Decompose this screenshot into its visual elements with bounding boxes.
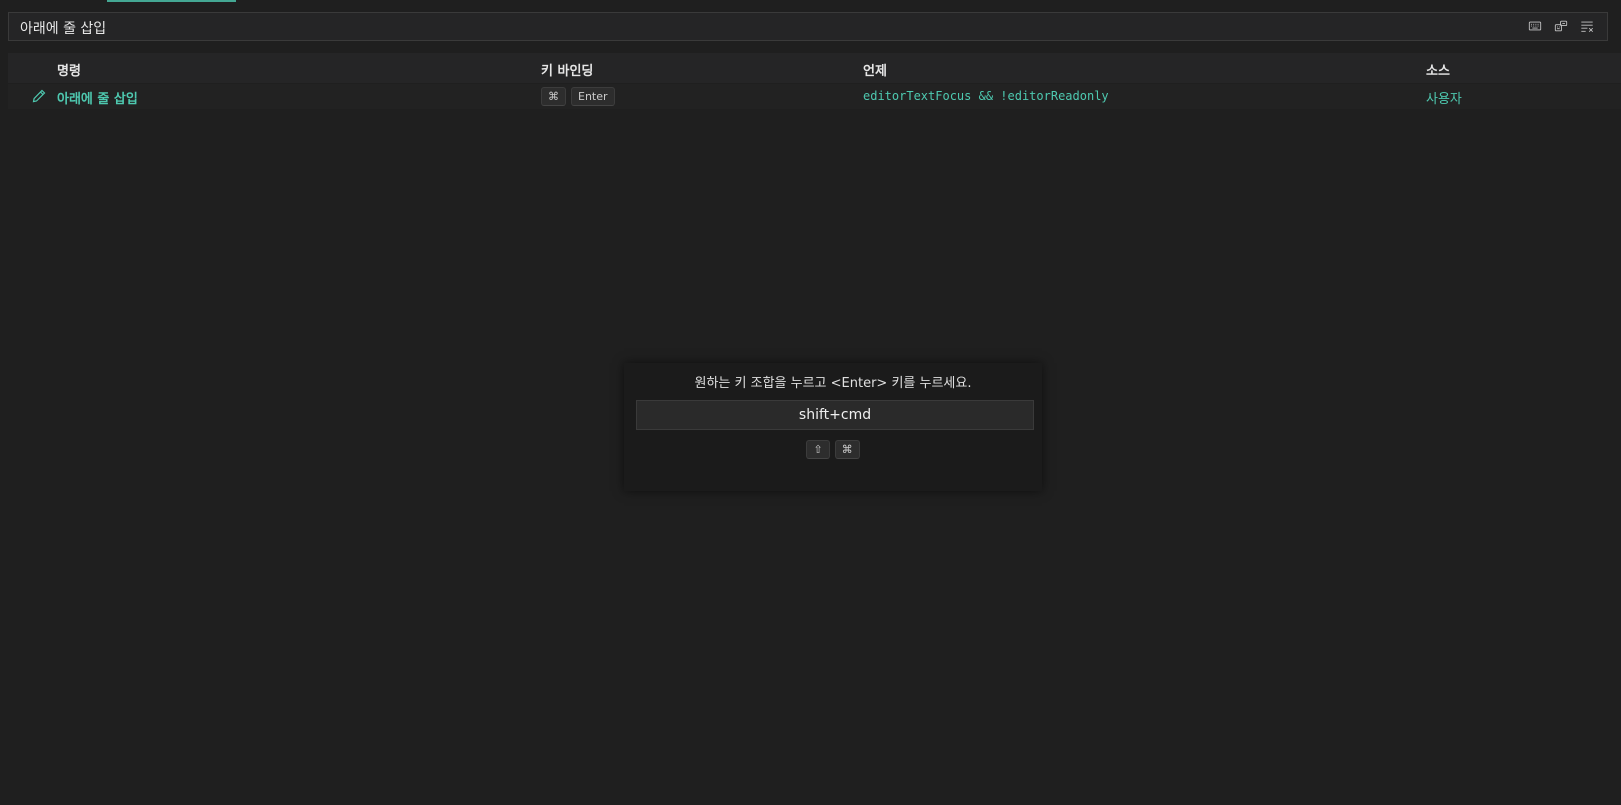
keybinding-keys: ⌘ Enter	[541, 87, 615, 106]
dialog-message: 원하는 키 조합을 누르고 <Enter> 키를 누르세요.	[694, 376, 972, 391]
keybinding-input[interactable]: shift+cmd	[636, 400, 1034, 430]
source-label: 사용자	[1426, 92, 1462, 107]
keyboard-icon[interactable]	[1527, 18, 1543, 34]
record-keys-icon[interactable]	[1553, 18, 1569, 34]
key-cap: ⌘	[834, 440, 860, 459]
define-keybinding-dialog: 원하는 키 조합을 누르고 <Enter> 키를 누르세요. shift+cmd…	[624, 363, 1042, 491]
table-row[interactable]: 아래에 줄 삽입 ⌘ Enter editorTextFocus && !edi…	[8, 84, 1621, 109]
column-header-source[interactable]: 소스	[1426, 60, 1450, 79]
search-input[interactable]: 아래에 줄 삽입	[20, 18, 106, 38]
key-cap: ⇧	[806, 440, 830, 459]
dialog-key-preview: ⇧ ⌘	[624, 440, 1042, 459]
clear-filter-icon[interactable]	[1579, 18, 1595, 34]
when-expression: editorTextFocus && !editorReadonly	[863, 89, 1109, 103]
active-tab-indicator	[107, 0, 236, 2]
command-label: 아래에 줄 삽입	[57, 92, 138, 107]
key-cap: Enter	[571, 87, 615, 106]
column-header-command[interactable]: 명령	[57, 60, 81, 79]
column-header-when[interactable]: 언제	[863, 60, 887, 79]
search-actions	[1527, 18, 1595, 34]
key-cap: ⌘	[541, 87, 566, 106]
keybindings-search-box[interactable]: 아래에 줄 삽입	[8, 12, 1608, 41]
table-header: 명령 키 바인딩 언제 소스	[8, 53, 1621, 83]
column-header-keybinding[interactable]: 키 바인딩	[541, 60, 593, 79]
edit-icon[interactable]	[31, 88, 47, 104]
